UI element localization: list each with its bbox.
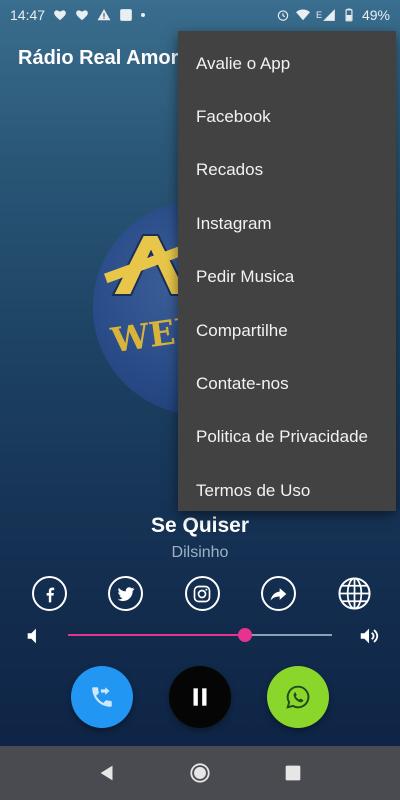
volume-high-icon (358, 625, 380, 647)
battery-icon (342, 8, 356, 22)
menu-item-recados[interactable]: Recados (178, 144, 396, 197)
status-bar: 14:47 E 49% (0, 0, 400, 30)
share-button[interactable] (260, 576, 296, 611)
volume-low-icon (24, 625, 46, 647)
recents-button[interactable] (280, 760, 306, 786)
facebook-button[interactable] (32, 576, 67, 611)
app-icon (119, 8, 133, 22)
dot-icon (141, 13, 146, 17)
whatsapp-icon (286, 685, 310, 709)
share-icon (270, 587, 287, 601)
call-button[interactable] (71, 666, 133, 728)
recents-icon (285, 765, 301, 781)
player-controls (0, 666, 400, 730)
menu-item-politica-de-privacidade[interactable]: Politica de Privacidade (178, 411, 396, 464)
app-screen: 14:47 E 49% Rádio Real Amor WEB Se Quise… (0, 0, 400, 800)
instagram-button[interactable] (184, 576, 220, 611)
menu-item-avalie-o-app[interactable]: Avalie o App (178, 37, 396, 90)
wifi-icon (295, 8, 310, 22)
app-title: Rádio Real Amor (18, 47, 179, 69)
pause-button[interactable] (169, 666, 231, 728)
back-icon (100, 765, 113, 781)
warning-icon (97, 8, 111, 22)
heart-monitor-icon (75, 8, 89, 22)
menu-item-termos-de-uso[interactable]: Termos de Uso (178, 464, 396, 517)
song-artist: Dilsinho (171, 544, 229, 561)
overflow-menu: Avalie o App Facebook Recados Instagram Pedi… (178, 31, 396, 511)
alarm-icon (276, 8, 290, 22)
menu-item-compartilhe[interactable]: Compartilhe (178, 304, 396, 357)
globe-icon (338, 577, 371, 610)
home-button[interactable] (187, 760, 213, 786)
facebook-icon (46, 587, 54, 602)
volume-slider-fill (68, 634, 245, 636)
phone-forward-icon (92, 687, 112, 707)
volume-slider-thumb[interactable] (237, 628, 252, 642)
whatsapp-button[interactable] (267, 666, 329, 728)
menu-item-instagram[interactable]: Instagram (178, 197, 396, 250)
song-title: Se Quiser (150, 514, 250, 537)
twitter-button[interactable] (108, 576, 144, 611)
menu-item-pedir-musica[interactable]: Pedir Musica (178, 251, 396, 304)
system-nav-bar (0, 746, 400, 800)
status-time: 14:47 (10, 7, 46, 23)
signal-icon (322, 8, 336, 22)
social-links (32, 576, 372, 612)
menu-item-facebook[interactable]: Facebook (178, 90, 396, 143)
volume-slider[interactable] (68, 628, 332, 642)
battery-percent: 49% (361, 7, 390, 23)
home-icon (190, 763, 210, 783)
menu-item-contate-nos[interactable]: Contate-nos (178, 357, 396, 410)
twitter-icon (117, 586, 135, 601)
volume-control (24, 622, 380, 648)
pause-icon (193, 688, 207, 706)
website-button[interactable] (337, 576, 372, 611)
instagram-icon (193, 585, 211, 602)
back-button[interactable] (94, 760, 120, 786)
heart-monitor-icon (53, 8, 67, 22)
